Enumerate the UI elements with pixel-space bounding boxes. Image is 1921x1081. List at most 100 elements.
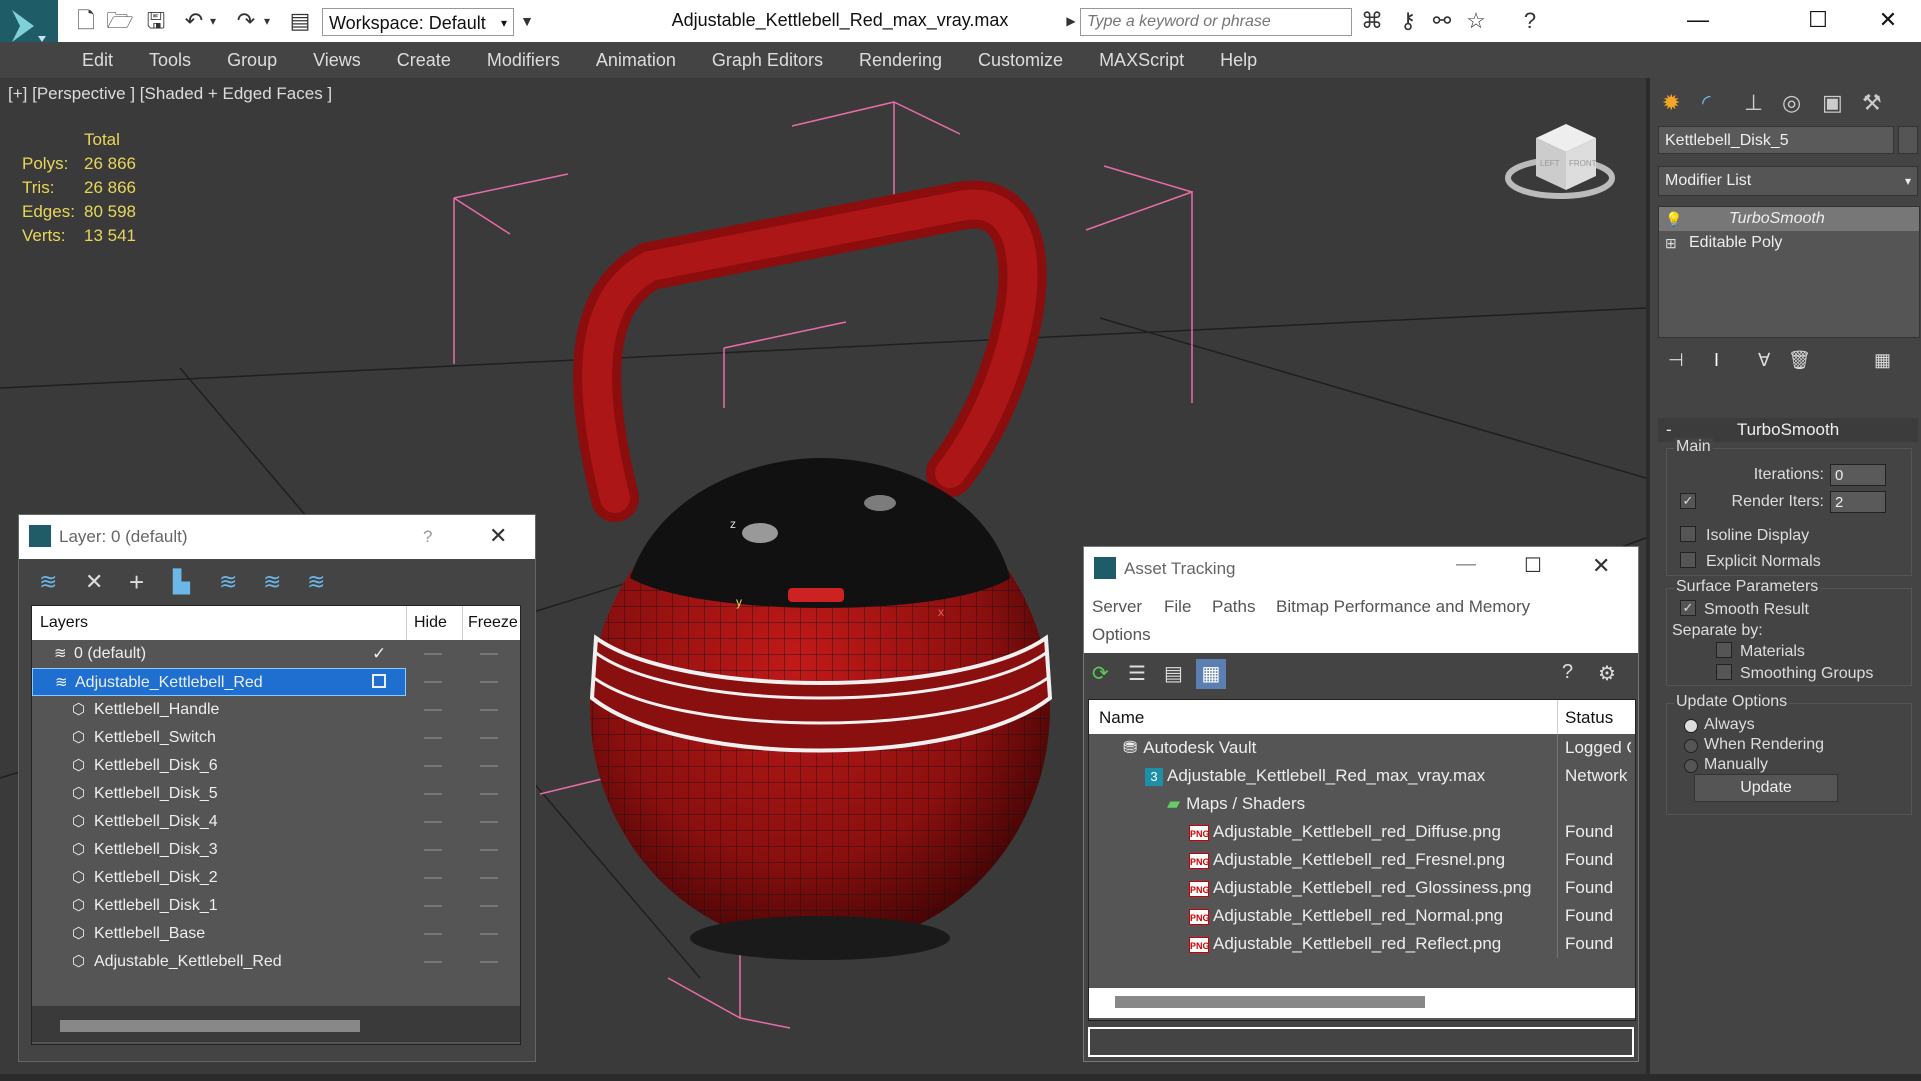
asset-menu-file[interactable]: File [1164,597,1191,617]
close-icon[interactable]: ✕ [1592,553,1610,579]
isoline-display-checkbox[interactable] [1680,526,1696,542]
asset-row[interactable]: PNG Adjustable_Kettlebell_red_Reflect.png… [1089,930,1631,959]
layer-scrollbar-thumb[interactable] [60,1020,360,1032]
redo-icon[interactable]: ↷ [232,8,260,34]
layer-row[interactable]: ≋ Adjustable_Kettlebell_Red [32,668,406,696]
materials-checkbox[interactable] [1716,642,1732,658]
close-button[interactable]: ✕ [1858,0,1918,40]
menu-tools[interactable]: Tools [131,42,209,78]
minimize-button[interactable]: — [1668,0,1728,40]
search-box[interactable] [1080,8,1352,36]
freeze-toggle[interactable] [480,961,498,963]
help-button[interactable]: ? [423,527,432,547]
configure-modifier-sets-icon[interactable]: ▦ [1874,350,1891,371]
layer-scrollbar-track[interactable] [32,1006,520,1042]
smoothing-groups-checkbox[interactable] [1716,664,1732,680]
menu-graph-editors[interactable]: Graph Editors [694,42,841,78]
asset-menu-server[interactable]: Server [1092,597,1142,617]
asset-scrollbar-thumb[interactable] [1115,996,1425,1008]
hide-toggle[interactable] [424,961,442,963]
asset-menu-bitmap[interactable]: Bitmap Performance and Memory [1276,597,1530,617]
pin-stack-icon[interactable]: ⊣ [1668,350,1684,371]
display-tab-icon[interactable]: ▣ [1822,90,1843,116]
menu-modifiers[interactable]: Modifiers [469,42,578,78]
freeze-toggle[interactable] [480,653,498,655]
explicit-normals-checkbox[interactable] [1680,552,1696,568]
table-view-icon[interactable]: ▦ [1196,659,1226,689]
layer-dialog-titlebar[interactable]: Layer: 0 (default) ? ✕ [19,515,535,559]
motion-tab-icon[interactable]: ◎ [1782,90,1801,116]
viewport-label[interactable]: [+] [Perspective ] [Shaded + Edged Faces… [8,84,332,104]
asset-row[interactable]: PNG Adjustable_Kettlebell_red_Diffuse.png… [1089,818,1631,847]
show-end-result-icon[interactable]: I [1714,350,1719,371]
layer-row[interactable]: ⬡ Kettlebell_Switch [32,724,406,752]
stack-item-editable-poly[interactable]: ⊞ Editable Poly [1659,231,1919,255]
minimize-icon[interactable]: — [1456,553,1476,576]
new-file-icon[interactable]: 🗋 [72,8,100,34]
layer-row[interactable]: ⬡ Kettlebell_Disk_1 [32,892,406,920]
layer-row[interactable]: ⬡ Kettlebell_Disk_3 [32,836,406,864]
modify-tab-icon[interactable]: ◜ [1702,90,1711,116]
render-iters-spinner[interactable]: 2 [1830,491,1886,513]
hide-toggle[interactable] [424,653,442,655]
vault-help-icon[interactable]: ? [1562,661,1573,684]
layer-row[interactable]: ⬡ Kettlebell_Base [32,920,406,948]
add-to-layer-icon[interactable]: + [129,567,144,598]
redo-dropdown-icon[interactable]: ▾ [260,8,274,34]
freeze-toggle[interactable] [480,681,498,683]
modifier-list-dropdown[interactable]: Modifier List ▾ [1658,166,1918,196]
hide-toggle[interactable] [424,933,442,935]
refresh-icon[interactable]: ⟳ [1092,661,1109,686]
vault-settings-icon[interactable]: ⚙ [1598,661,1616,686]
freeze-toggle[interactable] [480,933,498,935]
asset-row[interactable]: ⛃ Autodesk Vault Logged O [1089,734,1631,763]
freeze-toggle[interactable] [480,877,498,879]
layer-row[interactable]: ⬡ Kettlebell_Disk_2 [32,864,406,892]
update-manually-radio[interactable] [1684,759,1698,773]
asset-row[interactable]: PNG Adjustable_Kettlebell_red_Fresnel.png… [1089,846,1631,875]
undo-icon[interactable]: ↶ [180,8,208,34]
update-button[interactable]: Update [1694,774,1838,802]
make-unique-icon[interactable]: ∀ [1758,350,1770,371]
menu-edit[interactable]: Edit [64,42,131,78]
select-objects-icon[interactable]: ▙ [173,569,190,595]
freeze-toggle[interactable] [480,737,498,739]
freeze-toggle[interactable] [480,849,498,851]
undo-dropdown-icon[interactable]: ▾ [206,8,220,34]
hide-toggle[interactable] [424,681,442,683]
play-arrow-icon[interactable]: ▶ [1064,8,1078,34]
iterations-spinner[interactable]: 0 [1830,464,1886,486]
freeze-toggle[interactable] [480,905,498,907]
layer-row[interactable]: ⬡ Kettlebell_Handle [32,696,406,724]
set-current-layer-icon[interactable]: ≋ [263,569,281,595]
search-input[interactable] [1081,9,1351,35]
col-status[interactable]: Status [1565,708,1613,728]
close-icon[interactable]: ✕ [489,523,507,549]
viewcube[interactable]: LEFT FRONT [1505,124,1615,199]
workspace-menu-icon[interactable]: ▼ [516,8,538,34]
workspace-dropdown[interactable]: Workspace: Default ▾ [322,8,514,36]
menu-animation[interactable]: Animation [578,42,694,78]
current-layer-check-icon[interactable]: ✓ [372,640,386,668]
freeze-toggle[interactable] [480,765,498,767]
render-iters-checkbox[interactable]: ✓ [1680,493,1696,509]
col-hide[interactable]: Hide [414,614,447,632]
menu-group[interactable]: Group [209,42,295,78]
hide-toggle[interactable] [424,793,442,795]
hide-toggle[interactable] [424,737,442,739]
hide-all-layers-icon[interactable]: ≋ [307,569,325,595]
asset-row[interactable]: PNG Adjustable_Kettlebell_red_Normal.png F… [1089,902,1631,931]
hide-toggle[interactable] [424,849,442,851]
tree-view-icon[interactable]: ▤ [1164,661,1183,686]
asset-dialog-titlebar[interactable]: Asset Tracking — ☐ ✕ [1084,547,1638,591]
help-icon[interactable]: ? [1516,8,1544,34]
stack-item-turbosmooth[interactable]: 💡 TurboSmooth [1659,207,1919,231]
asset-path-field[interactable] [1088,1027,1634,1057]
utilities-tab-icon[interactable]: ⚒ [1862,90,1882,116]
star-icon[interactable]: ☆ [1462,8,1490,34]
asset-scrollbar-track[interactable] [1089,988,1635,1018]
col-layers[interactable]: Layers [40,614,88,632]
project-folder-icon[interactable]: ▤ [286,8,314,34]
asset-row[interactable]: ▰ Maps / Shaders [1089,790,1631,819]
hide-toggle[interactable] [424,877,442,879]
